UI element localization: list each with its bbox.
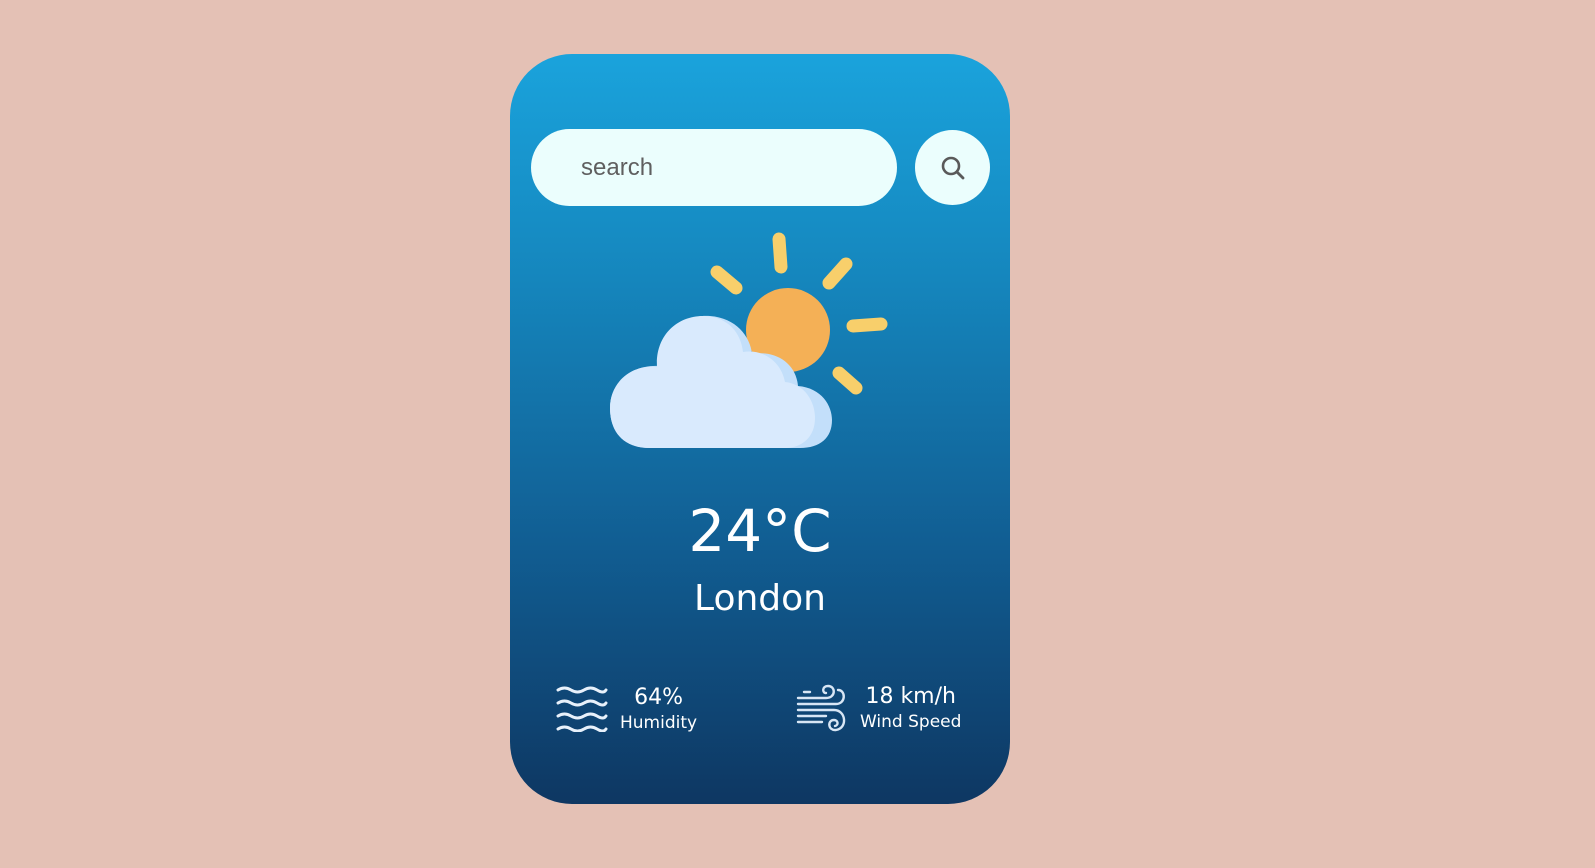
weather-card: 24°C London 64% Humidity xyxy=(510,54,1010,804)
search-icon xyxy=(941,156,964,179)
search-bar xyxy=(531,129,991,206)
humidity-label: Humidity xyxy=(620,713,698,733)
wind-icon xyxy=(796,684,846,732)
city-name: London xyxy=(694,578,826,619)
partly-cloudy-icon xyxy=(610,232,888,448)
search-button[interactable] xyxy=(915,130,990,205)
wind-stat: 18 km/h Wind Speed xyxy=(796,682,961,734)
humidity-waves-icon xyxy=(556,686,608,732)
humidity-stat: 64% Humidity xyxy=(556,684,697,734)
wind-value: 18 km/h xyxy=(865,684,956,709)
temperature: 24°C xyxy=(688,497,832,565)
search-input[interactable] xyxy=(531,129,897,206)
humidity-value: 64% xyxy=(634,685,683,710)
wind-label: Wind Speed xyxy=(860,712,962,732)
